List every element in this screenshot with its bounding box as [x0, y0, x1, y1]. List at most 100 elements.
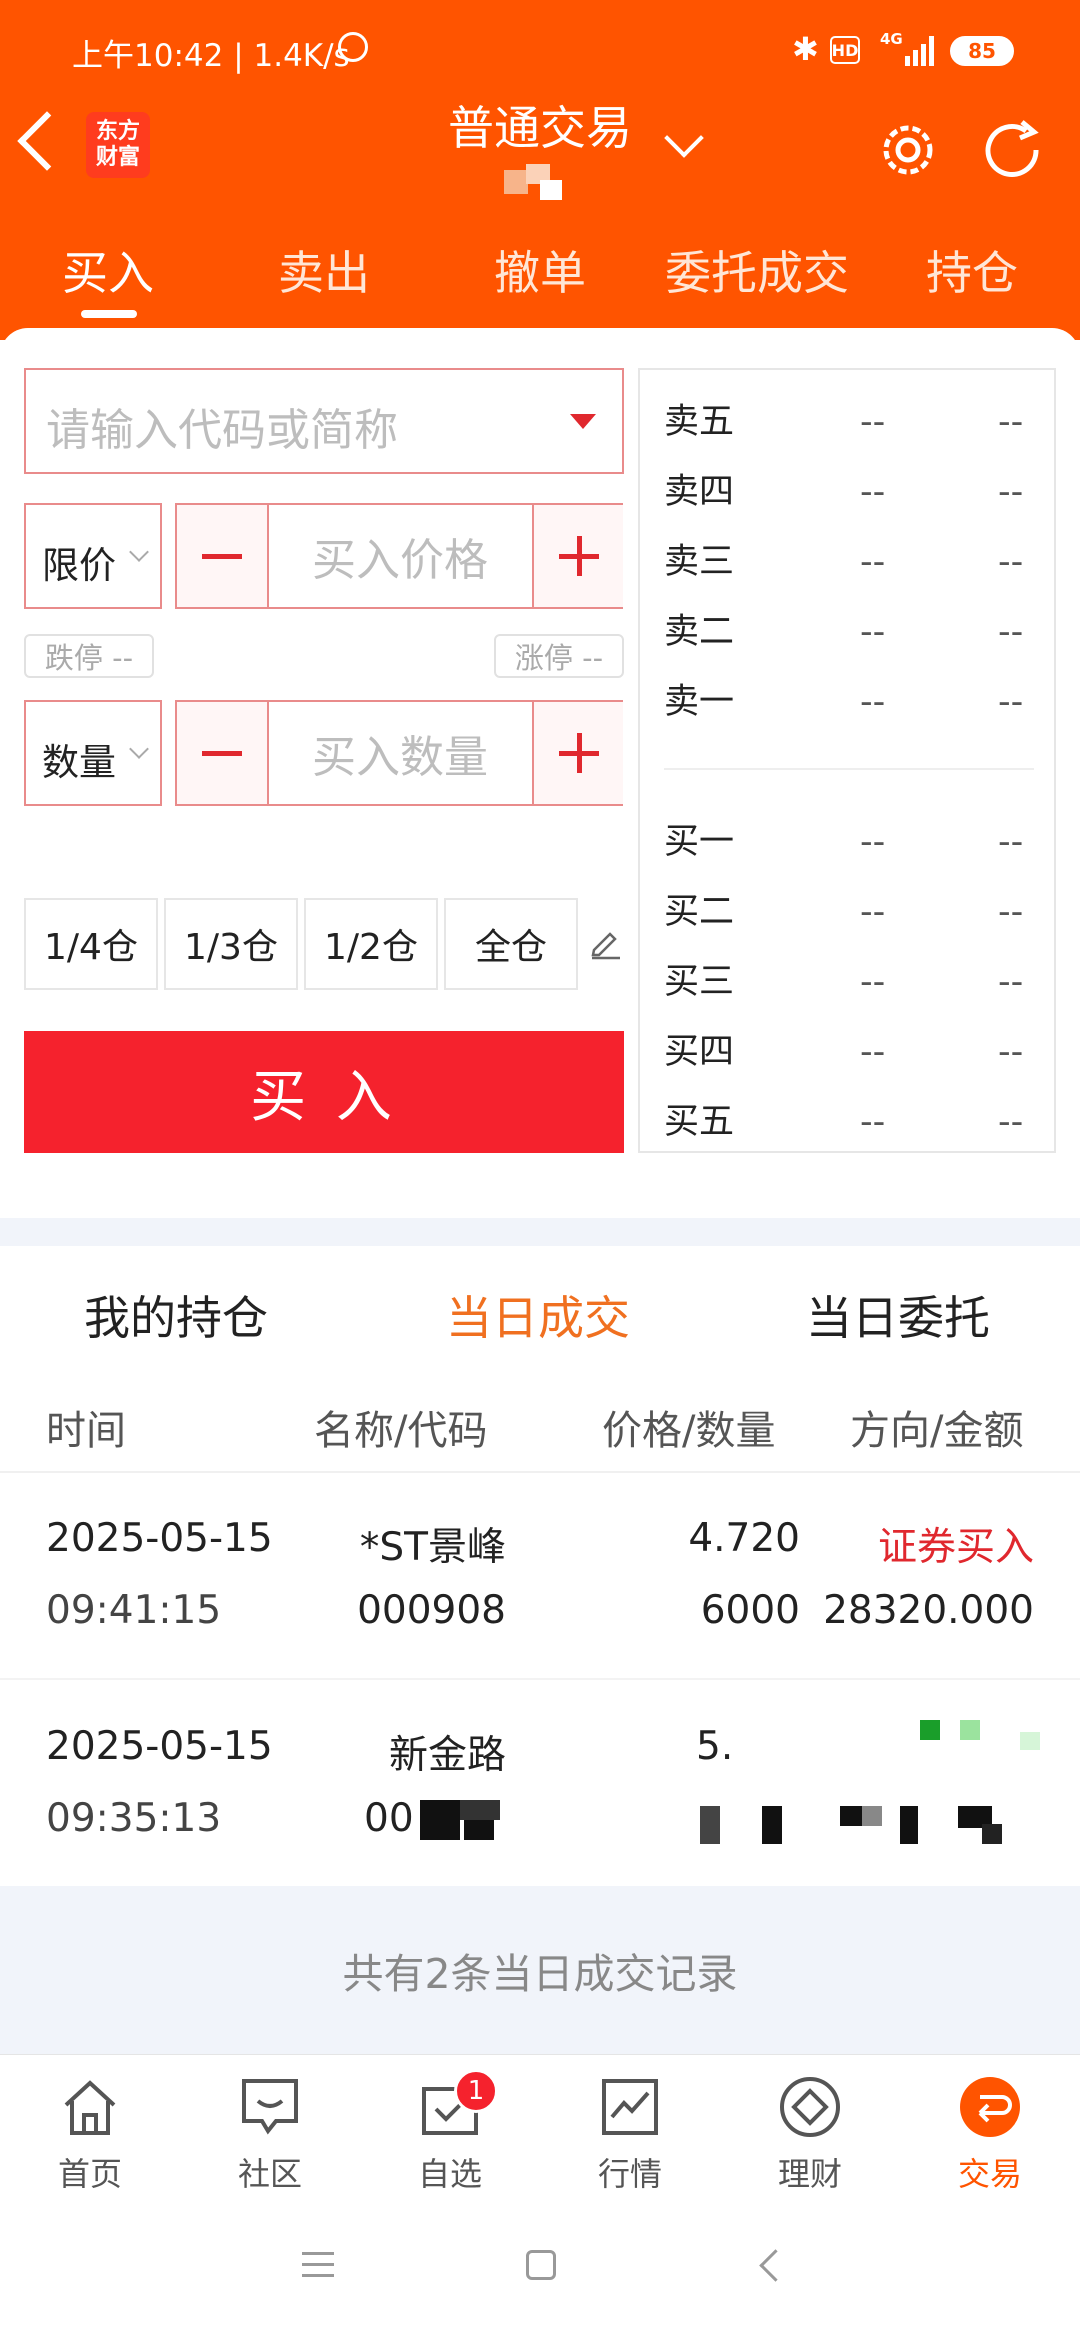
quantity-minus-button[interactable] [177, 702, 269, 804]
back-icon[interactable] [17, 111, 77, 171]
minus-icon [202, 750, 242, 756]
settings-icon[interactable] [874, 116, 942, 184]
bid-4-row: 买四 -- -- [664, 1032, 1024, 1072]
nav-trade[interactable]: 交易 [900, 2055, 1080, 2211]
nav-watchlist[interactable]: 1 自选 [360, 2055, 540, 2211]
page-title[interactable]: 普通交易 [440, 92, 640, 158]
subtab-today-orders[interactable]: 当日委托 [806, 1282, 990, 1348]
trade-icon [960, 2077, 1020, 2137]
bottom-nav: 首页 社区 1 自选 行情 理财 交易 [0, 2054, 1080, 2211]
tab-orders-trades[interactable]: 委托成交 [650, 230, 864, 310]
plus-icon [558, 733, 599, 773]
nav-wealth[interactable]: 理财 [720, 2055, 900, 2211]
column-direction-amount: 方向/金额 [850, 1408, 1024, 1454]
bluetooth-icon: ✱ [792, 30, 819, 68]
nav-trade-label: 交易 [957, 2155, 1022, 2193]
position-full-button[interactable]: 全仓 [444, 898, 578, 990]
tab-cancel[interactable]: 撤单 [480, 230, 600, 310]
quantity-plus-button[interactable] [532, 702, 623, 804]
trade-date: 2025-05-15 [46, 1724, 273, 1769]
price-minus-button[interactable] [177, 505, 269, 607]
back-triangle-icon[interactable] [759, 2249, 792, 2282]
tab-holdings[interactable]: 持仓 [912, 230, 1032, 310]
home-icon [64, 2080, 116, 2135]
caret-down-icon[interactable] [570, 414, 596, 429]
column-time: 时间 [46, 1408, 126, 1454]
refresh-icon[interactable] [976, 114, 1048, 186]
column-name-code: 名称/代码 [314, 1408, 488, 1454]
quantity-input[interactable]: 买入数量 [269, 702, 531, 804]
edit-icon[interactable] [588, 924, 624, 960]
quantity-type-select[interactable]: 数量 [24, 700, 162, 806]
nav-wealth-label: 理财 [777, 2155, 842, 2193]
quantity-type-label: 数量 [42, 741, 116, 784]
account-masked [504, 164, 574, 200]
minus-icon [202, 553, 242, 559]
chat-icon [242, 2079, 298, 2135]
price-plus-button[interactable] [532, 505, 623, 607]
chart-icon [602, 2079, 658, 2135]
price-stepper: 买入价格 [175, 503, 623, 609]
buy-submit-button[interactable]: 买 入 [24, 1031, 624, 1153]
table-row[interactable]: 2025-05-15 09:35:13 新金路 00 5. [0, 1680, 1080, 1886]
ask-1-row: 卖一 -- -- [664, 682, 1024, 722]
trades-section: 我的持仓 当日成交 当日委托 时间 名称/代码 价格/数量 方向/金额 2025… [0, 1246, 1080, 1886]
brand-logo: 东方 财富 [86, 112, 150, 178]
account-dropdown-icon[interactable] [664, 118, 704, 158]
trade-date: 2025-05-15 [46, 1516, 273, 1561]
position-half-button[interactable]: 1/2仓 [304, 898, 438, 990]
nav-community-label: 社区 [237, 2155, 302, 2193]
order-book-divider [664, 768, 1034, 770]
battery-indicator: 85 [950, 36, 1014, 66]
chevron-down-icon [129, 542, 149, 562]
trade-tabs: 买入 卖出 撤单 委托成交 持仓 [0, 230, 1080, 310]
limit-down-badge: 跌停 -- [24, 634, 154, 678]
bid-5-row: 买五 -- -- [664, 1102, 1024, 1142]
limit-up-badge: 涨停 -- [494, 634, 624, 678]
quantity-stepper: 买入数量 [175, 700, 623, 806]
subtab-my-holdings[interactable]: 我的持仓 [84, 1282, 268, 1348]
app-header: 上午10:42 | 1.4K/s ✱ HD 4G 85 东方 财富 普通交易 买… [0, 0, 1080, 340]
price-type-select[interactable]: 限价 [24, 503, 162, 609]
menu-icon[interactable] [302, 2252, 334, 2278]
ask-5-row: 卖五 -- -- [664, 402, 1024, 442]
bid-2-row: 买二 -- -- [664, 892, 1024, 932]
order-panel: 请输入代码或简称 限价 买入价格 跌停 -- 涨停 -- 数量 买入数量 1/4… [0, 328, 1080, 1218]
tab-buy[interactable]: 买入 [48, 230, 168, 310]
trade-count-note: 共有2条当日成交记录 [342, 1950, 738, 1998]
nav-home-label: 首页 [57, 2155, 122, 2193]
nav-home[interactable]: 首页 [0, 2055, 180, 2211]
tab-sell[interactable]: 卖出 [264, 230, 384, 310]
column-price-qty: 价格/数量 [602, 1408, 776, 1454]
status-time: 上午10:42 | 1.4K/s [72, 38, 350, 74]
network-label: 4G [880, 30, 903, 48]
position-third-button[interactable]: 1/3仓 [164, 898, 298, 990]
trade-stock-name: *ST景峰 [359, 1525, 506, 1570]
masked-values [700, 1806, 1040, 1846]
bid-1-row: 买一 -- -- [664, 822, 1024, 862]
nav-community[interactable]: 社区 [180, 2055, 360, 2211]
trade-stock-code: 000908 [357, 1588, 506, 1633]
price-type-label: 限价 [42, 544, 116, 587]
trade-direction: 证券买入 [877, 1525, 1034, 1570]
price-input[interactable]: 买入价格 [269, 505, 531, 607]
trade-time: 09:35:13 [46, 1796, 222, 1841]
trade-amount: 28320.000 [823, 1588, 1034, 1633]
position-quarter-button[interactable]: 1/4仓 [24, 898, 158, 990]
nav-market[interactable]: 行情 [540, 2055, 720, 2211]
trade-price: 5. [696, 1724, 734, 1769]
ask-4-row: 卖四 -- -- [664, 472, 1024, 512]
subtab-today-trades[interactable]: 当日成交 [446, 1282, 630, 1348]
trade-stock-name: 新金路 [388, 1733, 506, 1778]
stock-code-placeholder: 请输入代码或简称 [46, 405, 398, 456]
ask-3-row: 卖三 -- -- [664, 542, 1024, 582]
home-square-icon[interactable] [526, 2250, 556, 2280]
nav-market-label: 行情 [597, 2155, 662, 2193]
notification-badge: 1 [454, 2069, 498, 2113]
trade-stock-code: 00 [364, 1796, 414, 1841]
chevron-down-icon [129, 739, 149, 759]
table-row[interactable]: 2025-05-15 09:41:15 *ST景峰 000908 4.720 6… [0, 1474, 1080, 1676]
hd-icon: HD [830, 36, 860, 64]
stock-code-input[interactable]: 请输入代码或简称 [24, 368, 624, 474]
alarm-icon [338, 32, 368, 62]
